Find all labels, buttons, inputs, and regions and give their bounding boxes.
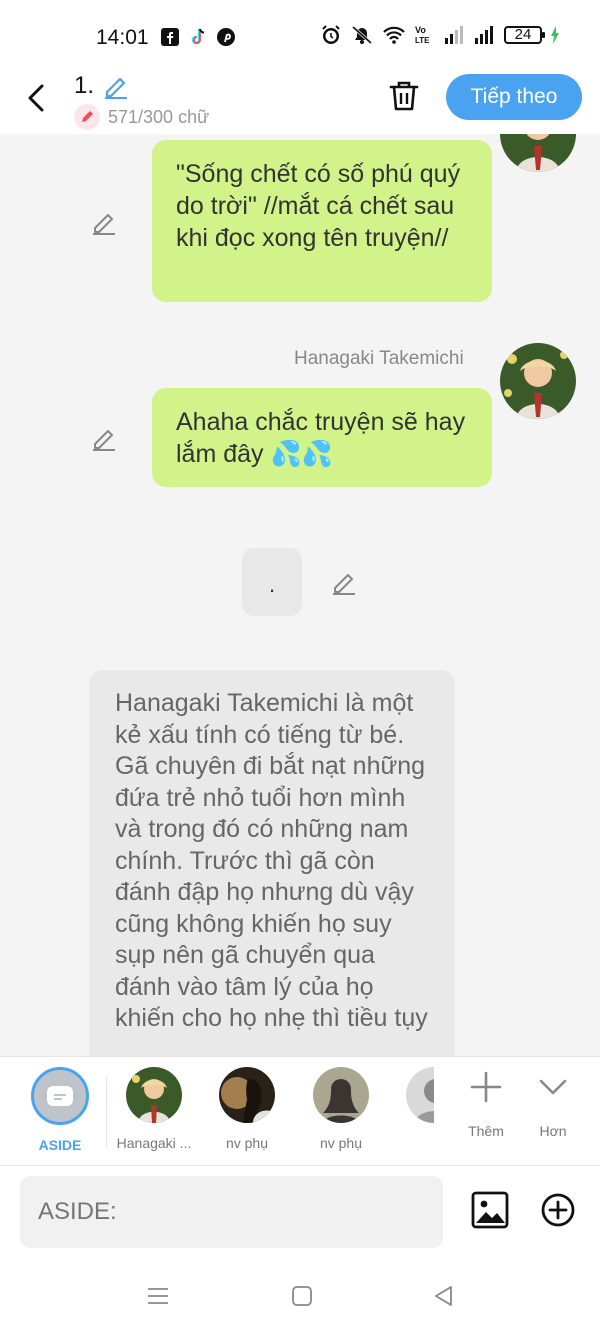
back-button[interactable] xyxy=(22,80,52,116)
status-bar: 14:01 Vo LTE 24 xyxy=(0,0,600,70)
battery-icon: 24 xyxy=(504,26,545,44)
trash-icon xyxy=(389,81,419,111)
mute-icon xyxy=(352,25,372,45)
aside-message-bubble[interactable]: Hanagaki Takemichi là một kẻ xấu tính có… xyxy=(89,670,455,1056)
status-indicators: Vo LTE 24 xyxy=(320,24,560,46)
edit-message-icon[interactable] xyxy=(330,568,358,596)
signal-icon xyxy=(445,26,463,44)
message-bubble[interactable]: "Sống chết có số phú quý do trời" //mắt … xyxy=(152,140,492,302)
more-button[interactable]: Hơn xyxy=(523,1069,583,1139)
message-input[interactable] xyxy=(20,1176,443,1248)
back-nav-button[interactable] xyxy=(432,1284,456,1313)
add-character-button[interactable]: Thêm xyxy=(456,1069,516,1139)
alarm-icon xyxy=(322,25,340,44)
insert-image-button[interactable] xyxy=(470,1190,510,1230)
avatar xyxy=(313,1067,369,1123)
status-time: 14:01 xyxy=(96,26,149,49)
edit-message-icon[interactable] xyxy=(90,424,118,452)
avatar xyxy=(126,1067,182,1123)
facebook-icon xyxy=(160,27,180,47)
character-aside[interactable]: ASIDE xyxy=(20,1067,100,1153)
sender-name: Hanagaki Takemichi xyxy=(294,348,464,369)
delete-button[interactable] xyxy=(386,78,422,114)
add-label: Thêm xyxy=(468,1123,504,1139)
add-attachment-button[interactable] xyxy=(540,1192,576,1228)
character-hanagaki[interactable]: Hanagaki ... xyxy=(114,1067,194,1151)
wifi-icon xyxy=(383,26,405,44)
chevron-left-icon xyxy=(28,84,44,112)
character-label: ASIDE xyxy=(38,1137,82,1153)
character-label: Hanagaki ... xyxy=(116,1135,192,1151)
status-app-icons xyxy=(160,27,236,47)
character-partial[interactable] xyxy=(394,1067,434,1135)
word-count-text: 571/300 chữ xyxy=(108,106,210,127)
edit-title-icon[interactable] xyxy=(102,72,130,100)
editor-header: 1. 571/300 chữ Tiếp theo xyxy=(0,70,600,134)
chevron-down-icon xyxy=(523,1069,583,1117)
more-label: Hơn xyxy=(539,1123,567,1139)
charging-icon xyxy=(551,26,559,44)
aside-avatar xyxy=(31,1067,89,1125)
triangle-back-icon xyxy=(435,1286,452,1306)
avatar[interactable] xyxy=(500,134,576,172)
avatar xyxy=(406,1067,434,1123)
message-bubble[interactable]: Ahaha chắc truyện sẽ hay lắm đây 💦💦 xyxy=(152,388,492,487)
character-nv-phu-2[interactable]: nv phụ xyxy=(301,1067,381,1151)
svg-text:LTE: LTE xyxy=(415,36,430,45)
signal-icon xyxy=(475,26,493,44)
chat-area[interactable]: "Sống chết có số phú quý do trời" //mắt … xyxy=(0,134,600,1056)
next-button[interactable]: Tiếp theo xyxy=(446,74,582,120)
plus-icon xyxy=(456,1069,516,1117)
plus-circle-icon xyxy=(541,1193,575,1227)
pencil-icon xyxy=(74,104,100,130)
tiktok-icon xyxy=(188,27,208,47)
pinterest-icon xyxy=(216,27,236,47)
volte-icon: VoLTE xyxy=(415,25,430,45)
system-nav-bar xyxy=(0,1266,600,1333)
character-label: nv phụ xyxy=(319,1135,363,1151)
character-selector: ASIDE Hanagaki ... nv phụ nv phụ Thêm Hơ… xyxy=(0,1056,600,1166)
edit-message-icon[interactable] xyxy=(90,208,118,236)
chat-bubble-icon xyxy=(47,1086,73,1106)
svg-text:Vo: Vo xyxy=(415,25,426,35)
character-nv-phu[interactable]: nv phụ xyxy=(207,1067,287,1151)
square-icon xyxy=(292,1286,312,1306)
avatar[interactable] xyxy=(500,343,576,419)
menu-icon xyxy=(148,1288,168,1304)
home-nav-button[interactable] xyxy=(290,1284,314,1313)
word-count: 571/300 chữ xyxy=(74,104,209,130)
chapter-title[interactable]: 1. xyxy=(74,72,94,100)
menu-nav-button[interactable] xyxy=(146,1284,170,1313)
composer xyxy=(0,1166,600,1266)
character-label: nv phụ xyxy=(225,1135,269,1151)
center-message-bubble[interactable]: . xyxy=(242,548,302,616)
battery-level: 24 xyxy=(514,26,532,43)
image-icon xyxy=(471,1191,509,1229)
avatar xyxy=(219,1067,275,1123)
divider xyxy=(106,1077,107,1147)
